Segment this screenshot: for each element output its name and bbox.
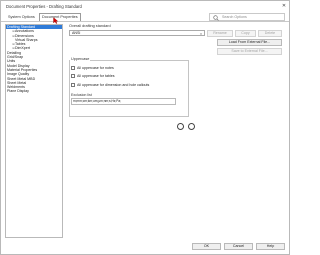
search-box	[209, 13, 285, 21]
options-tree: Drafting Standard ⊞Annotations ⊞Dimensions…	[5, 24, 63, 238]
search-icon	[213, 15, 219, 21]
dialog-footer: OK Cancel Help	[1, 241, 289, 255]
document-properties-dialog: Document Properties - Drafting Standard …	[0, 0, 290, 255]
uppercase-tables-checkbox[interactable]	[71, 74, 75, 78]
uppercase-tables-label: All uppercase for tables	[77, 73, 115, 78]
mouse-cursor-icon	[53, 17, 59, 24]
close-button[interactable]: ✕	[281, 3, 287, 9]
copy-button[interactable]: Copy	[235, 30, 256, 37]
tab-system-options[interactable]: System Options	[6, 14, 37, 21]
chevron-down-icon: ▾	[200, 31, 202, 36]
uppercase-notes-checkbox[interactable]	[71, 66, 75, 70]
tree-item[interactable]: Plane Display	[6, 89, 62, 93]
search-input[interactable]	[222, 14, 284, 20]
loading-indicator	[177, 123, 197, 130]
uppercase-notes-label: All uppercase for notes	[77, 65, 114, 70]
save-to-external-file-button[interactable]: Save to External File...	[217, 48, 282, 55]
rename-button[interactable]: Rename	[207, 30, 233, 37]
overall-drafting-standard-label: Overall drafting standard	[69, 24, 111, 28]
tree-item-label: Plane Display	[7, 89, 29, 94]
help-button[interactable]: Help	[256, 243, 285, 250]
load-from-external-file-button[interactable]: Load From External File...	[217, 39, 282, 46]
loading-dot	[177, 123, 184, 130]
exclusion-list-input[interactable]: m;mm;cm;km;um;μm;nm;s;Hz;Pa;	[71, 98, 176, 105]
exclusion-list-label: Exclusion list	[71, 93, 92, 97]
title-bar: Document Properties - Drafting Standard …	[1, 1, 289, 10]
drafting-standard-value: ANSI	[72, 31, 81, 35]
uppercase-group-title: Uppercase	[70, 57, 91, 61]
delete-button[interactable]: Delete	[258, 30, 282, 37]
uppercase-dimensions-checkbox[interactable]	[71, 83, 75, 87]
uppercase-dimensions-label: All uppercase for dimension and hole cal…	[77, 82, 150, 87]
tab-divider	[1, 21, 289, 22]
drafting-standard-select[interactable]: ANSI ▾	[69, 30, 205, 36]
loading-dot	[188, 123, 195, 130]
window-title: Document Properties - Drafting Standard	[6, 3, 82, 9]
cancel-button[interactable]: Cancel	[224, 243, 253, 250]
ok-button[interactable]: OK	[192, 243, 221, 250]
